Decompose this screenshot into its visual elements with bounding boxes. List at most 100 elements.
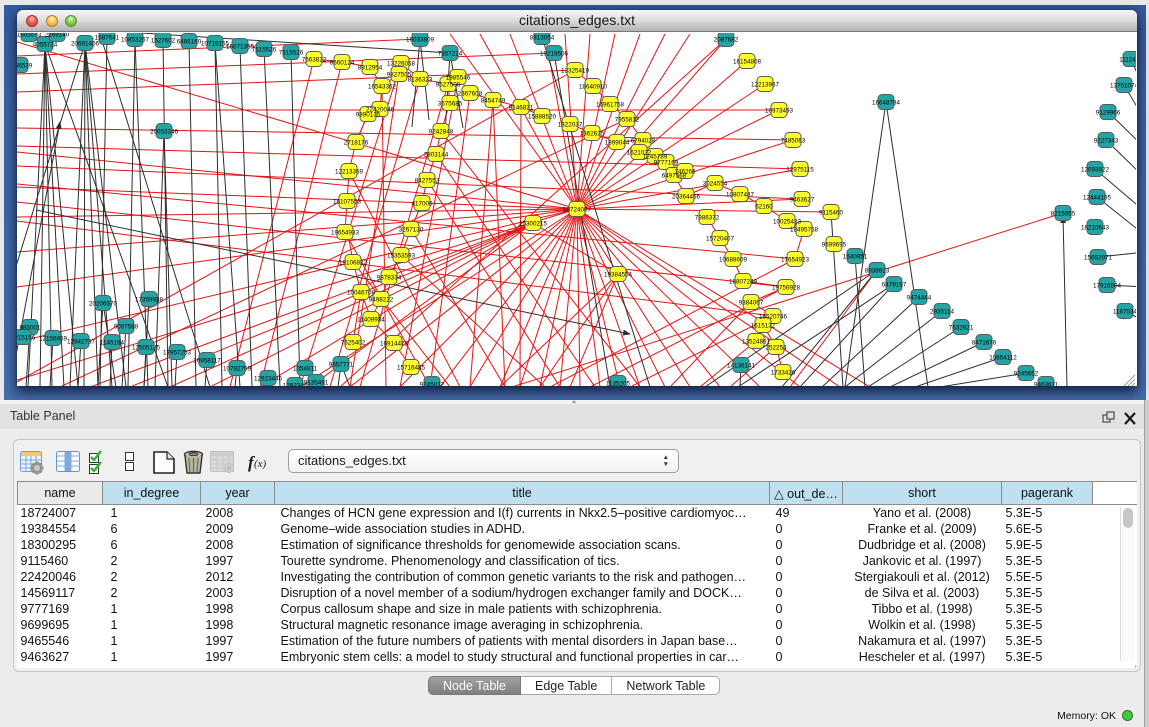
svg-text:20691406: 20691406 bbox=[71, 41, 100, 48]
svg-text:9097588: 9097588 bbox=[114, 324, 139, 331]
svg-text:16648784: 16648784 bbox=[872, 100, 901, 107]
svg-text:8660124: 8660124 bbox=[330, 60, 355, 67]
svg-text:10046708: 10046708 bbox=[347, 290, 376, 297]
svg-text:6466160: 6466160 bbox=[177, 39, 202, 46]
svg-text:13226058: 13226058 bbox=[387, 61, 416, 68]
svg-text:8215955: 8215955 bbox=[1051, 211, 1076, 218]
svg-text:16961758: 16961758 bbox=[596, 102, 625, 109]
svg-text:12213967: 12213967 bbox=[751, 82, 780, 89]
svg-text:8912954: 8912954 bbox=[358, 65, 383, 72]
svg-text:16210643: 16210643 bbox=[1081, 225, 1110, 232]
svg-text:16914473: 16914473 bbox=[380, 341, 409, 348]
svg-text:8938923: 8938923 bbox=[865, 268, 890, 275]
svg-text:1145194: 1145194 bbox=[100, 340, 125, 347]
svg-text:17359938: 17359938 bbox=[135, 297, 164, 304]
svg-text:10025433: 10025433 bbox=[773, 219, 802, 226]
svg-text:1054911: 1054911 bbox=[293, 366, 318, 373]
svg-text:7625402: 7625402 bbox=[341, 340, 366, 347]
svg-text:9242848: 9242848 bbox=[429, 129, 454, 136]
svg-text:62160: 62160 bbox=[755, 204, 773, 211]
svg-text:1985546: 1985546 bbox=[446, 75, 471, 82]
svg-text:8813054: 8813054 bbox=[530, 35, 555, 42]
svg-text:19756928: 19756928 bbox=[772, 285, 801, 292]
svg-text:2169140: 2169140 bbox=[45, 33, 70, 39]
svg-text:15692971: 15692971 bbox=[1084, 255, 1113, 262]
svg-text:10654112: 10654112 bbox=[989, 355, 1017, 362]
svg-text:8454749: 8454749 bbox=[481, 98, 506, 105]
svg-text:18724007: 18724007 bbox=[563, 207, 592, 214]
svg-text:20206570: 20206570 bbox=[89, 301, 118, 308]
svg-text:11409934: 11409934 bbox=[357, 317, 385, 324]
svg-text:7986372: 7986372 bbox=[695, 215, 720, 222]
svg-text:1640951: 1640951 bbox=[843, 254, 868, 261]
svg-text:18495758: 18495758 bbox=[790, 227, 819, 234]
svg-text:12975115: 12975115 bbox=[786, 167, 814, 174]
svg-text:7485063: 7485063 bbox=[781, 138, 806, 145]
svg-text:3267130: 3267130 bbox=[399, 227, 424, 234]
svg-text:9498222: 9498222 bbox=[369, 297, 394, 304]
svg-text:8471676: 8471676 bbox=[972, 340, 997, 347]
svg-text:(x): (x) bbox=[254, 458, 267, 470]
svg-text:10958117: 10958117 bbox=[193, 358, 221, 365]
svg-text:9463611: 9463611 bbox=[1034, 382, 1059, 387]
svg-text:20053346: 20053346 bbox=[150, 129, 179, 136]
svg-text:15353593: 15353593 bbox=[387, 253, 416, 260]
svg-text:12444195: 12444195 bbox=[1083, 195, 1112, 202]
svg-text:9890135: 9890135 bbox=[356, 112, 381, 119]
svg-text:1527602: 1527602 bbox=[151, 38, 176, 45]
svg-text:18807249: 18807249 bbox=[729, 279, 758, 286]
svg-text:9777169: 9777169 bbox=[654, 160, 679, 167]
svg-text:17916504: 17916504 bbox=[1093, 283, 1122, 290]
svg-text:1615132: 1615132 bbox=[751, 323, 776, 330]
svg-text:13325419: 13325419 bbox=[561, 68, 590, 75]
svg-text:15300215: 15300215 bbox=[519, 221, 548, 228]
svg-text:12505135: 12505135 bbox=[132, 345, 161, 352]
svg-text:19218506: 19218506 bbox=[540, 51, 569, 58]
svg-text:6479197: 6479197 bbox=[882, 282, 907, 289]
svg-text:2367608: 2367608 bbox=[458, 91, 483, 98]
svg-text:9657771: 9657771 bbox=[329, 362, 354, 369]
svg-text:3915156: 3915156 bbox=[17, 335, 36, 342]
svg-text:1167534: 1167534 bbox=[1113, 309, 1136, 316]
svg-text:12923446: 12923446 bbox=[254, 376, 283, 383]
svg-text:1805573: 1805573 bbox=[17, 33, 42, 39]
svg-text:14136141: 14136141 bbox=[727, 363, 756, 370]
svg-text:252254: 252254 bbox=[765, 345, 787, 352]
svg-text:16671355: 16671355 bbox=[226, 44, 255, 51]
svg-text:9878334: 9878334 bbox=[377, 275, 402, 282]
svg-text:9227343: 9227343 bbox=[1094, 138, 1119, 145]
svg-text:1733426: 1733426 bbox=[771, 370, 796, 377]
svg-text:9463627: 9463627 bbox=[790, 197, 815, 204]
svg-text:9699695: 9699695 bbox=[822, 242, 847, 249]
svg-text:16107553: 16107553 bbox=[333, 199, 362, 206]
svg-text:10807487: 10807487 bbox=[726, 192, 755, 199]
svg-text:1322037: 1322037 bbox=[558, 122, 583, 129]
svg-text:9129966: 9129966 bbox=[1096, 110, 1121, 117]
svg-text:2087682: 2087682 bbox=[714, 37, 739, 44]
svg-text:9135491: 9135491 bbox=[304, 380, 329, 387]
svg-text:9115460: 9115460 bbox=[819, 210, 844, 217]
svg-text:1687641: 1687641 bbox=[95, 35, 120, 42]
svg-text:3675685: 3675685 bbox=[438, 101, 463, 108]
svg-text:20364456: 20364456 bbox=[672, 194, 701, 201]
svg-text:9146821: 9146821 bbox=[509, 105, 534, 112]
svg-text:9474444: 9474444 bbox=[907, 295, 932, 302]
svg-text:1112438: 1112438 bbox=[1119, 57, 1136, 64]
svg-text:13751074: 13751074 bbox=[1110, 83, 1136, 90]
svg-text:6794028: 6794028 bbox=[631, 138, 656, 145]
svg-text:10853267: 10853267 bbox=[121, 37, 150, 44]
svg-text:9384067: 9384067 bbox=[739, 300, 764, 307]
svg-text:9245652: 9245652 bbox=[1014, 371, 1039, 378]
svg-text:16033809: 16033809 bbox=[406, 37, 435, 44]
svg-text:4055724: 4055724 bbox=[33, 42, 58, 49]
svg-text:17957253: 17957253 bbox=[163, 350, 192, 357]
svg-text:8136323: 8136323 bbox=[408, 77, 433, 84]
svg-text:15888520: 15888520 bbox=[528, 114, 557, 121]
svg-text:19106822: 19106822 bbox=[339, 260, 368, 267]
svg-text:10688609: 10688609 bbox=[719, 257, 748, 264]
svg-text:2166539: 2166539 bbox=[17, 63, 33, 70]
svg-text:417006: 417006 bbox=[411, 201, 433, 208]
svg-text:1362635: 1362635 bbox=[580, 131, 605, 138]
svg-text:10782759: 10782759 bbox=[223, 366, 252, 373]
svg-text:12213369: 12213369 bbox=[335, 169, 364, 176]
